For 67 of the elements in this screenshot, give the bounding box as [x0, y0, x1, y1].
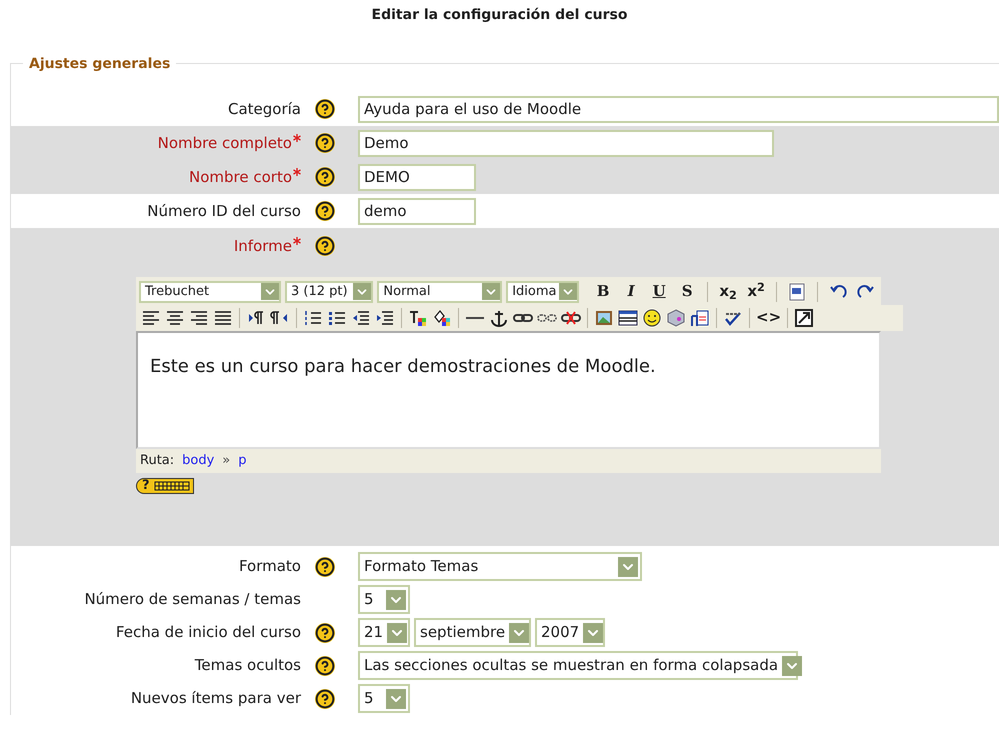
- field-label: Categoría: [228, 98, 301, 120]
- cube-icon[interactable]: [665, 308, 687, 328]
- path-label: Ruta:: [140, 452, 174, 470]
- superscript-button[interactable]: x$^{2}$: [744, 280, 768, 302]
- chevron-down-icon: [583, 622, 604, 642]
- keyboard-icon: [154, 480, 190, 490]
- editor-text-area[interactable]: Este es un curso para hacer demostraciones de Moodle.: [136, 330, 881, 448]
- text-input[interactable]: demo: [358, 198, 476, 224]
- chevron-down-icon: [386, 688, 406, 708]
- field-label: Número de semanas / temas: [84, 589, 301, 610]
- dropdown-select[interactable]: 21: [358, 618, 410, 647]
- help-icon[interactable]: [315, 99, 335, 119]
- subscript-button[interactable]: x$_{2}$: [716, 280, 740, 302]
- smiley-icon[interactable]: [641, 308, 663, 328]
- dropdown-select[interactable]: 2007: [535, 618, 605, 647]
- text-input[interactable]: Demo: [358, 130, 774, 156]
- help-icon[interactable]: [315, 622, 335, 642]
- dropdown-select[interactable]: septiembre: [414, 618, 531, 647]
- chevron-down-icon: [618, 556, 638, 576]
- underline-button[interactable]: U: [647, 280, 672, 302]
- dropdown-select[interactable]: Formato Temas: [358, 552, 642, 581]
- help-icon[interactable]: [315, 167, 335, 187]
- asterisk-icon: [293, 237, 301, 245]
- table-icon[interactable]: [617, 308, 639, 328]
- chevron-down-icon: [509, 622, 530, 642]
- text-input[interactable]: Ayuda para el uso de Moodle: [358, 96, 999, 122]
- field-label: Fecha de inicio del curso: [116, 622, 301, 644]
- toolbar-dropdown[interactable]: 3 (12 pt): [285, 280, 374, 302]
- page-title: Editar la configuración del curso: [372, 6, 628, 25]
- path-link[interactable]: p: [238, 450, 247, 470]
- chevron-down-icon: [482, 283, 500, 300]
- document-icon[interactable]: [689, 308, 711, 328]
- fullscreen-icon[interactable]: [793, 308, 816, 328]
- keyboard-help-button[interactable]: ?: [136, 478, 194, 494]
- chevron-down-icon: [782, 656, 802, 676]
- field-label: Número ID del curso: [147, 200, 301, 222]
- chevron-down-icon: [386, 590, 406, 610]
- strikethrough-button[interactable]: S: [675, 280, 700, 302]
- help-icon[interactable]: [315, 201, 335, 221]
- italic-button[interactable]: I: [619, 280, 644, 302]
- path-separator: »: [222, 452, 230, 470]
- field-label: Informe: [234, 236, 292, 257]
- chevron-down-icon: [387, 622, 408, 642]
- toolbar-dropdown[interactable]: Normal: [377, 280, 502, 302]
- help-icon[interactable]: [315, 133, 335, 153]
- path-link[interactable]: body: [182, 450, 214, 470]
- asterisk-icon: [293, 168, 301, 176]
- help-icon[interactable]: [315, 236, 335, 256]
- help-icon[interactable]: [315, 556, 335, 576]
- chevron-down-icon: [261, 283, 280, 300]
- help-icon[interactable]: [315, 688, 335, 708]
- html-source-button[interactable]: <>: [754, 306, 784, 328]
- field-label: Temas ocultos: [194, 655, 301, 676]
- bold-button[interactable]: B: [591, 280, 616, 302]
- field-label: Nombre completo: [158, 132, 292, 154]
- chevron-down-icon: [353, 283, 372, 300]
- field-label: Formato: [238, 556, 301, 578]
- field-label: Nuevos ítems para ver: [130, 688, 301, 710]
- help-icon[interactable]: [315, 656, 335, 676]
- field-label: Nombre corto: [188, 166, 292, 188]
- toolbar-dropdown[interactable]: Trebuchet: [139, 280, 282, 302]
- dropdown-select[interactable]: 5: [358, 684, 410, 713]
- dropdown-select[interactable]: 5: [358, 585, 410, 614]
- chevron-down-icon: [559, 283, 578, 300]
- text-input[interactable]: DEMO: [358, 164, 476, 190]
- toolbar-dropdown[interactable]: Idioma: [506, 280, 580, 302]
- asterisk-icon: [293, 134, 301, 142]
